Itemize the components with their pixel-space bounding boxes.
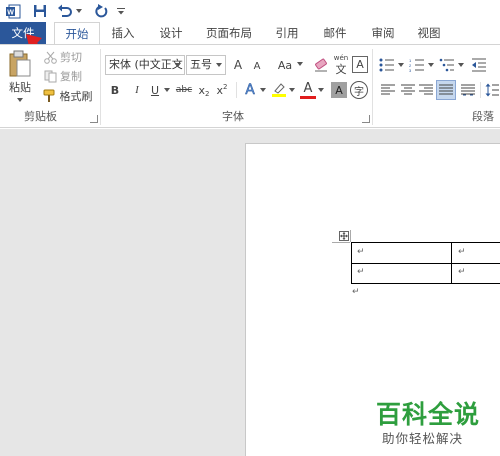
phonetic-guide-button[interactable]: 文 [332,62,350,76]
font-size-combo[interactable]: 五号 [186,55,226,75]
line-spacing-icon[interactable] [484,82,500,98]
table-column-divider [451,243,452,284]
multilevel-list-dropdown-icon[interactable] [457,61,465,69]
bold-button[interactable]: B [108,82,122,98]
copy-button[interactable]: 复制 [58,68,84,84]
copy-icon[interactable] [42,68,58,84]
chevron-down-icon [216,63,222,67]
tab-insert[interactable]: 插入 [102,22,144,44]
group-separator [372,49,373,125]
quick-access-toolbar: W [0,0,500,22]
undo-dropdown-icon[interactable] [74,2,84,20]
table-row-divider [352,283,500,284]
tab-references[interactable]: 引用 [266,22,308,44]
watermark-title: 百科全说 [376,400,481,429]
font-name-value: 宋体 (中文正文 [109,58,183,71]
paragraph-mark: ↵ [352,287,360,297]
font-name-combo[interactable]: 宋体 (中文正文 [105,55,185,75]
group-separator [236,82,237,98]
distributed-align-icon[interactable] [460,82,476,98]
word-app-icon[interactable]: W [4,2,22,20]
table-cell-mark: ↵ [458,247,466,257]
font-group-label: 字体 [222,110,244,123]
undo-icon[interactable] [56,2,74,20]
change-case-dropdown-icon[interactable] [296,60,304,68]
tab-review[interactable]: 审阅 [362,22,404,44]
margin-mark [332,242,350,243]
highlight-color-icon[interactable] [270,81,288,99]
shrink-font-button[interactable]: A [250,58,264,74]
tab-mailings[interactable]: 邮件 [314,22,356,44]
paste-button[interactable]: 粘贴 [6,80,34,94]
table-cell-mark: ↵ [357,247,365,257]
paste-dropdown-icon[interactable] [14,96,26,104]
paragraph-group-label: 段落 [472,110,494,123]
subscript-mark: 2 [205,89,210,98]
align-center-icon[interactable] [400,82,416,98]
format-painter-icon[interactable] [42,88,58,104]
bullets-icon[interactable] [378,56,396,74]
enclose-characters-button[interactable]: 字 [350,81,368,99]
font-size-value: 五号 [190,58,212,71]
cut-icon[interactable] [42,49,58,65]
group-separator [480,82,481,98]
clear-formatting-icon[interactable] [312,56,330,74]
svg-text:3: 3 [409,68,412,72]
tab-design[interactable]: 设计 [150,22,192,44]
underline-dropdown-icon[interactable] [163,86,171,94]
font-color-button[interactable]: A [300,80,316,96]
clipboard-dialog-launcher[interactable] [90,115,98,123]
group-separator [100,49,101,125]
redo-icon[interactable] [92,2,110,20]
format-painter-button[interactable]: 格式刷 [58,88,94,104]
underline-button[interactable]: U [148,82,162,98]
change-case-button[interactable]: Aa [274,56,296,74]
font-dialog-launcher[interactable] [362,115,370,123]
chevron-down-icon [175,63,181,67]
ribbon-tab-bar: 文件 开始 插入 设计 页面布局 引用 邮件 审阅 视图 [0,22,500,45]
subscript-button[interactable]: x2 [197,82,211,98]
character-border-button[interactable]: A [352,56,368,73]
justify-icon[interactable] [436,80,456,100]
numbering-icon[interactable]: 123 [408,56,426,74]
svg-text:W: W [7,9,14,16]
font-color-dropdown-icon[interactable] [317,86,325,94]
margin-mark [350,230,351,242]
save-icon[interactable] [30,2,50,20]
document-table[interactable]: ↵ ↵ ↵ ↵ [351,242,500,284]
superscript-mark: 2 [223,82,228,91]
cut-button[interactable]: 剪切 [58,49,84,65]
table-row-divider [352,263,500,264]
italic-button[interactable]: I [130,82,144,98]
strikethrough-button[interactable]: abc [174,82,194,98]
watermark-subtitle: 助你轻松解决 [382,431,464,446]
tab-view[interactable]: 视图 [408,22,450,44]
customize-qat-icon[interactable] [116,2,126,20]
clipboard-group-label: 剪贴板 [24,110,57,123]
table-cell-mark: ↵ [458,267,466,277]
highlight-dropdown-icon[interactable] [288,86,296,94]
font-color-bar [300,96,316,99]
grow-font-button[interactable]: A [230,56,246,74]
ribbon-home: 粘贴 剪切 复制 格式刷 剪贴板 宋体 (中文正文 五号 A A Aa wén … [0,44,500,128]
decrease-indent-icon[interactable] [470,56,488,74]
align-right-icon[interactable] [418,82,434,98]
align-left-icon[interactable] [380,82,396,98]
text-effects-button[interactable]: A [242,81,258,99]
paste-icon[interactable] [6,49,34,79]
table-move-handle-icon[interactable] [339,231,349,241]
table-cell-mark: ↵ [357,267,365,277]
text-effects-dropdown-icon[interactable] [259,86,267,94]
tab-page-layout[interactable]: 页面布局 [198,22,260,44]
character-shading-button[interactable]: A [331,82,347,98]
numbering-dropdown-icon[interactable] [427,61,435,69]
superscript-button[interactable]: x2 [215,82,229,98]
bullets-dropdown-icon[interactable] [397,61,405,69]
multilevel-list-icon[interactable] [438,56,456,74]
